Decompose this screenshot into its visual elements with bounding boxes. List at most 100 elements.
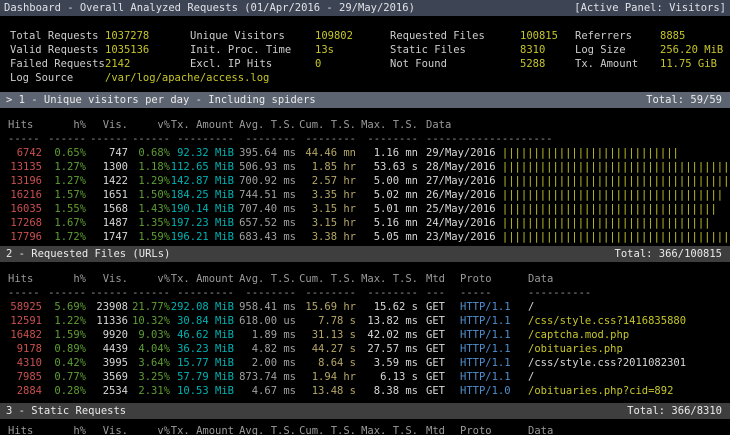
panel-header-unique-visitors[interactable]: > 1 - Unique visitors per day - Includin… [0, 92, 730, 108]
cell-hits: 58925 [8, 300, 42, 314]
panel-total-badge: Total: 366/100815 [615, 247, 722, 261]
cell-max: 15.62 s [356, 300, 418, 314]
column-header-row: Hitsh%Vis.v%Tx. AmountAvg. T.S.Cum. T.S.… [8, 272, 730, 286]
cell-vis: 1568 [86, 202, 128, 216]
cell-data: /captcha.mod.php [528, 328, 730, 342]
summary-label: Total Requests [10, 29, 105, 43]
cell-vis: 4439 [86, 342, 128, 356]
cell-max: 5.05 mn [356, 230, 418, 244]
cell-hits: 16216 [8, 188, 42, 202]
col-header-tx: Tx. Amount [170, 118, 234, 132]
cell-tx: 190.14 MiB [170, 202, 234, 216]
divider: ----- [8, 286, 42, 300]
cell-hp: 1.22% [42, 314, 86, 328]
col-header-hp: h% [42, 424, 86, 435]
cell-hp: 5.69% [42, 300, 86, 314]
col-header-hits: Hits [8, 118, 42, 132]
cell-cum: 3.38 hr [296, 230, 356, 244]
table-row[interactable]: 164821.59%99209.03%46.62 MiB1.89 ms31.13… [8, 328, 730, 342]
column-header-row: Hitsh%Vis.v%Tx. AmountAvg. T.S.Cum. T.S.… [8, 424, 730, 435]
col-header-tx: Tx. Amount [170, 424, 234, 435]
table-row[interactable]: 172681.67%14871.35%197.23 MiB657.52 ms3.… [8, 216, 730, 230]
cell-hits: 7985 [8, 370, 42, 384]
cell-vis: 1747 [86, 230, 128, 244]
table-row[interactable]: 131351.27%13001.18%112.65 MiB506.93 ms1.… [8, 160, 730, 174]
cell-vp: 3.64% [128, 356, 170, 370]
cell-cum: 7.78 s [296, 314, 356, 328]
cell-hits: 13135 [8, 160, 42, 174]
cell-vp: 1.59% [128, 230, 170, 244]
header-divider-row: ----------------------------------------… [8, 132, 730, 146]
col-header-cum: Cum. T.S. [296, 118, 356, 132]
header-divider-row: ----------------------------------------… [8, 286, 730, 300]
col-header-avg: Avg. T.S. [234, 272, 296, 286]
divider: -------- [234, 286, 296, 300]
cell-tx: 112.65 MiB [170, 160, 234, 174]
col-header-cum: Cum. T.S. [296, 272, 356, 286]
col-header-data: Data [426, 118, 730, 132]
table-row[interactable]: 589255.69%2390821.77%292.08 MiB958.41 ms… [8, 300, 730, 314]
table-row[interactable]: 28840.28%25342.31%10.53 MiB4.67 ms13.48 … [8, 384, 730, 398]
table-row[interactable]: 162161.57%16511.50%184.25 MiB744.51 ms3.… [8, 188, 730, 202]
cell-vp: 1.29% [128, 174, 170, 188]
summary-label: Tx. Amount [575, 57, 660, 71]
cell-vis: 1487 [86, 216, 128, 230]
bar-chart: |||||||||||||||||||||||||||| [496, 147, 679, 159]
table-row[interactable]: 177961.72%17471.59%196.21 MiB683.43 ms3.… [8, 230, 730, 244]
divider: ------ [42, 286, 86, 300]
cell-hits: 2884 [8, 384, 42, 398]
static-requests-table: Hitsh%Vis.v%Tx. AmountAvg. T.S.Cum. T.S.… [8, 424, 730, 435]
cell-vp: 1.50% [128, 188, 170, 202]
date-label: 24/May/2016 [426, 217, 496, 229]
panel-header-requested-files[interactable]: 2 - Requested Files (URLs) Total: 366/10… [0, 246, 730, 262]
panel-total-badge: Total: 59/59 [646, 93, 722, 107]
table-row[interactable]: 131961.27%14221.29%142.87 MiB700.92 ms2.… [8, 174, 730, 188]
col-header-vp: v% [128, 424, 170, 435]
divider: --------- [170, 286, 234, 300]
cell-vis: 3995 [86, 356, 128, 370]
panel-header-static-requests[interactable]: 3 - Static Requests Total: 366/8310 [0, 403, 730, 419]
cell-proto: HTTP/1.1 [460, 370, 528, 384]
table-row[interactable]: 79850.77%35693.25%57.79 MiB873.74 ms1.94… [8, 370, 730, 384]
table-row[interactable]: 160351.55%15681.43%190.14 MiB707.40 ms3.… [8, 202, 730, 216]
table-row[interactable]: 125911.22%1133610.32%30.84 MiB618.00 us7… [8, 314, 730, 328]
cell-hp: 0.42% [42, 356, 86, 370]
table-row[interactable]: 67420.65%7470.68%92.32 MiB395.64 ms44.46… [8, 146, 730, 160]
cell-hits: 6742 [8, 146, 42, 160]
cell-cum: 31.13 s [296, 328, 356, 342]
col-header-mtd: Mtd [426, 424, 460, 435]
cell-hp: 0.77% [42, 370, 86, 384]
cell-cum: 2.57 hr [296, 174, 356, 188]
cell-hits: 17268 [8, 216, 42, 230]
cell-hp: 1.27% [42, 160, 86, 174]
cell-vis: 1651 [86, 188, 128, 202]
cell-max: 5.00 mn [356, 174, 418, 188]
divider: -------- [296, 132, 356, 146]
table-row[interactable]: 91780.89%44394.04%36.23 MiB4.82 ms44.27 … [8, 342, 730, 356]
cell-cum: 3.35 hr [296, 188, 356, 202]
col-header-proto: Proto [460, 272, 528, 286]
col-header-vis: Vis. [86, 424, 128, 435]
divider: ----- [460, 286, 528, 300]
cell-avg: 683.43 ms [234, 230, 296, 244]
divider: -------- [296, 286, 356, 300]
cell-avg: 1.89 ms [234, 328, 296, 342]
cell-proto: HTTP/1.0 [460, 384, 528, 398]
summary-value: 0 [315, 57, 390, 71]
date-label: 26/May/2016 [426, 189, 496, 201]
cell-vp: 0.68% [128, 146, 170, 160]
summary-value: 13s [315, 43, 390, 57]
panel-total-badge: Total: 366/8310 [627, 404, 722, 418]
cell-tx: 10.53 MiB [170, 384, 234, 398]
cell-proto: HTTP/1.1 [460, 300, 528, 314]
cell-avg: 2.00 ms [234, 356, 296, 370]
cell-data: / [528, 370, 730, 384]
cell-vp: 9.03% [128, 328, 170, 342]
cell-hp: 1.67% [42, 216, 86, 230]
table-row[interactable]: 43100.42%39953.64%15.77 MiB2.00 ms8.64 s… [8, 356, 730, 370]
divider: ------ [128, 132, 170, 146]
summary-value: /var/log/apache/access.log [105, 71, 190, 85]
summary-label: Log Size [575, 43, 660, 57]
summary-label: Unique Visitors [190, 29, 315, 43]
col-header-data: Data [528, 272, 730, 286]
